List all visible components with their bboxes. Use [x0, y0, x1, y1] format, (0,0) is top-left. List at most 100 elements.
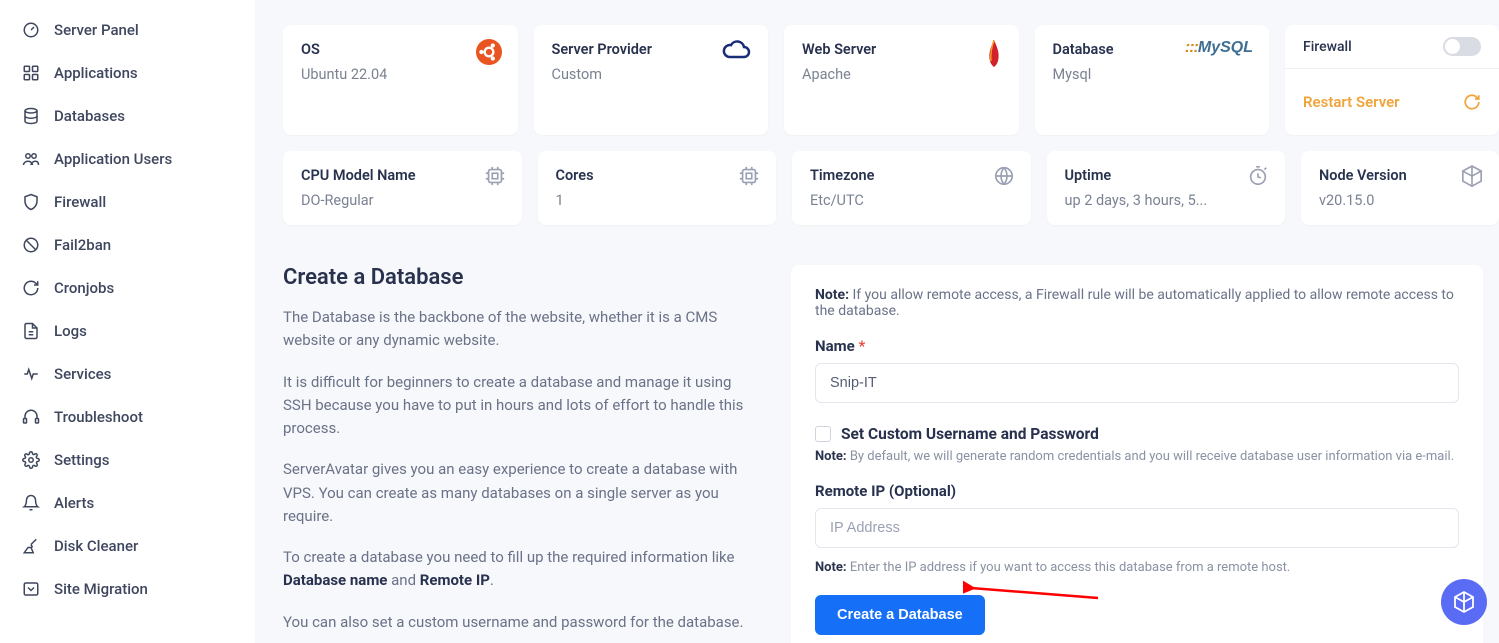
- sidebar-item-application-users[interactable]: Application Users: [0, 137, 255, 180]
- info-card-provider: Server Provider Custom: [534, 25, 769, 135]
- info-card-uptime: Uptime up 2 days, 3 hours, 5...: [1047, 151, 1286, 225]
- broom-icon: [22, 537, 40, 555]
- info-row-1: OS Ubuntu 22.04 Server Provider Custom W…: [283, 25, 1499, 135]
- floating-help-button[interactable]: [1441, 579, 1487, 625]
- restart-server-card[interactable]: Restart Server: [1285, 69, 1499, 135]
- form-note-remote-ip: Note: Enter the IP address if you want t…: [815, 560, 1459, 575]
- card-title: Timezone: [810, 167, 1013, 184]
- create-db-info: Create a Database The Database is the ba…: [283, 265, 763, 643]
- sidebar-item-label: Alerts: [54, 494, 94, 512]
- card-value: Etc/UTC: [810, 192, 1013, 209]
- card-title: Uptime: [1065, 167, 1268, 184]
- form-note-remote-access: Note: If you allow remote access, a Fire…: [815, 287, 1459, 319]
- refresh-icon: [1463, 93, 1481, 111]
- headset-icon: [22, 408, 40, 426]
- firewall-toggle[interactable]: [1443, 37, 1481, 56]
- ubuntu-icon: [476, 39, 502, 69]
- apps-icon: [22, 64, 40, 82]
- card-value: Ubuntu 22.04: [301, 66, 500, 83]
- restart-server-label: Restart Server: [1303, 93, 1400, 111]
- remote-ip-label: Remote IP (Optional): [815, 482, 1459, 500]
- sidebar-item-settings[interactable]: Settings: [0, 438, 255, 481]
- sidebar-item-cronjobs[interactable]: Cronjobs: [0, 266, 255, 309]
- shield-icon: [22, 193, 40, 211]
- sidebar-item-firewall[interactable]: Firewall: [0, 180, 255, 223]
- ban-icon: [22, 236, 40, 254]
- heartbeat-icon: [22, 365, 40, 383]
- users-icon: [22, 150, 40, 168]
- info-paragraph: To create a database you need to fill up…: [283, 546, 763, 593]
- sidebar-item-label: Databases: [54, 107, 125, 125]
- cpu-icon: [738, 165, 760, 191]
- stopwatch-icon: [1247, 165, 1269, 191]
- sidebar-item-label: Applications: [54, 64, 138, 82]
- card-title: Server Provider: [552, 41, 751, 58]
- gauge-icon: [22, 21, 40, 39]
- name-label: Name *: [815, 337, 1459, 355]
- card-title: OS: [301, 41, 500, 58]
- sidebar-item-fail2ban[interactable]: Fail2ban: [0, 223, 255, 266]
- cube-icon: [1452, 590, 1476, 614]
- sidebar-item-label: Settings: [54, 451, 110, 469]
- info-card-cores: Cores 1: [538, 151, 777, 225]
- database-icon: [22, 107, 40, 125]
- sidebar-item-label: Site Migration: [54, 580, 148, 598]
- main-content: OS Ubuntu 22.04 Server Provider Custom W…: [255, 0, 1499, 643]
- info-card-database: Database Mysql :::MySQL: [1035, 25, 1270, 135]
- sidebar-item-troubleshoot[interactable]: Troubleshoot: [0, 395, 255, 438]
- sidebar-item-label: Disk Cleaner: [54, 537, 138, 555]
- card-title: CPU Model Name: [301, 167, 504, 184]
- info-card-os: OS Ubuntu 22.04: [283, 25, 518, 135]
- form-note-credentials: Note: By default, we will generate rando…: [815, 449, 1459, 464]
- info-paragraph: The Database is the backbone of the webs…: [283, 306, 763, 353]
- card-value: Apache: [802, 66, 1001, 83]
- cpu-icon: [484, 165, 506, 191]
- globe-icon: [993, 165, 1015, 191]
- info-card-node: Node Version v20.15.0: [1301, 151, 1499, 225]
- sidebar-item-label: Firewall: [54, 193, 106, 211]
- remote-ip-input[interactable]: [815, 508, 1459, 548]
- apache-icon: [985, 39, 1003, 73]
- cloud-icon: [722, 39, 752, 65]
- sidebar-item-label: Application Users: [54, 150, 172, 168]
- database-name-input[interactable]: [815, 363, 1459, 403]
- sidebar-item-site-migration[interactable]: Site Migration: [0, 567, 255, 610]
- custom-credentials-checkbox[interactable]: [815, 426, 831, 442]
- sidebar-item-server-panel[interactable]: Server Panel: [0, 8, 255, 51]
- migration-icon: [22, 580, 40, 598]
- sidebar-item-alerts[interactable]: Alerts: [0, 481, 255, 524]
- sidebar-item-label: Fail2ban: [54, 236, 111, 254]
- card-title: Cores: [556, 167, 759, 184]
- sidebar-item-applications[interactable]: Applications: [0, 51, 255, 94]
- sidebar-item-disk-cleaner[interactable]: Disk Cleaner: [0, 524, 255, 567]
- sidebar: Server Panel Applications Databases Appl…: [0, 0, 255, 643]
- card-value: 1: [556, 192, 759, 209]
- create-db-form: Note: If you allow remote access, a Fire…: [791, 265, 1483, 643]
- custom-credentials-label: Set Custom Username and Password: [841, 425, 1099, 443]
- sidebar-item-services[interactable]: Services: [0, 352, 255, 395]
- gear-icon: [22, 451, 40, 469]
- firewall-toggle-card: Firewall: [1285, 25, 1499, 69]
- card-title: Web Server: [802, 41, 1001, 58]
- info-card-webserver: Web Server Apache: [784, 25, 1019, 135]
- refresh-icon: [22, 279, 40, 297]
- info-row-2: CPU Model Name DO-Regular Cores 1 Timezo…: [283, 151, 1499, 225]
- card-title: Node Version: [1319, 167, 1481, 184]
- nodejs-icon: [1461, 165, 1483, 193]
- create-database-button[interactable]: Create a Database: [815, 595, 985, 635]
- firewall-label: Firewall: [1303, 39, 1352, 55]
- sidebar-item-logs[interactable]: Logs: [0, 309, 255, 352]
- card-value: Custom: [552, 66, 751, 83]
- sidebar-item-label: Troubleshoot: [54, 408, 143, 426]
- bell-icon: [22, 494, 40, 512]
- file-icon: [22, 322, 40, 340]
- info-card-timezone: Timezone Etc/UTC: [792, 151, 1031, 225]
- sidebar-item-label: Cronjobs: [54, 279, 114, 297]
- info-card-cpu: CPU Model Name DO-Regular: [283, 151, 522, 225]
- card-value: Mysql: [1053, 66, 1252, 83]
- sidebar-item-databases[interactable]: Databases: [0, 94, 255, 137]
- info-paragraph: It is difficult for beginners to create …: [283, 371, 763, 441]
- info-paragraph: ServerAvatar gives you an easy experienc…: [283, 458, 763, 528]
- info-paragraph: You can also set a custom username and p…: [283, 611, 763, 634]
- card-value: DO-Regular: [301, 192, 504, 209]
